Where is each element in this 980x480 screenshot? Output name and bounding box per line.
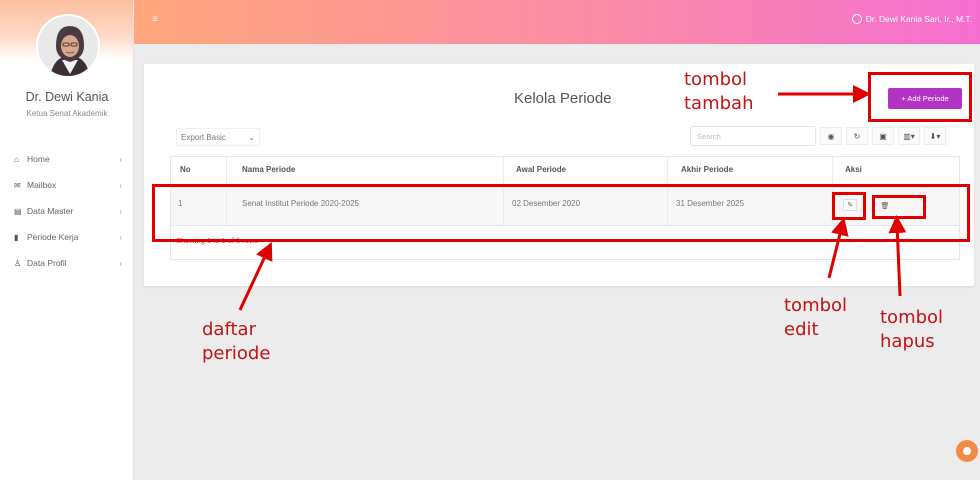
column-header-no[interactable]: No	[180, 165, 191, 174]
user-menu[interactable]: Dr. Dewi Kania Sari, Ir., M.T.	[851, 14, 972, 24]
sidebar-item-mailbox[interactable]: ✉ Mailbox ‹	[0, 172, 134, 198]
user-name: Dr. Dewi Kania	[25, 90, 109, 104]
floating-action-button[interactable]	[956, 440, 978, 462]
sidebar-item-label: Data Master	[27, 206, 74, 216]
annotation-text-daftar: daftar periode	[202, 319, 271, 364]
annotation-box-hapus	[872, 195, 926, 219]
chevron-left-icon: ‹	[119, 180, 122, 190]
table-toolbar: ◉ ↻ ▣ ▥▾ ⬇▾	[820, 127, 946, 145]
sidebar-item-label: Periode Kerja	[27, 232, 79, 242]
fullscreen-icon[interactable]: ▣	[872, 127, 894, 145]
sidebar-nav: ⌂ Home ‹ ✉ Mailbox ‹ ▤ Data Master ‹ ▮ P…	[0, 146, 134, 276]
topbar: ≡ Dr. Dewi Kania Sari, Ir., M.T.	[134, 0, 980, 44]
sidebar-item-home[interactable]: ⌂ Home ‹	[0, 146, 134, 172]
home-icon: ⌂	[14, 154, 19, 164]
annotation-text-edit: tombol edit	[784, 295, 848, 340]
column-header-awal[interactable]: Awal Periode	[516, 165, 566, 174]
hamburger-menu-icon[interactable]: ≡	[152, 14, 158, 25]
chevron-left-icon: ‹	[119, 232, 122, 242]
sidebar-item-periode-kerja[interactable]: ▮ Periode Kerja ‹	[0, 224, 134, 250]
chevron-left-icon: ‹	[119, 258, 122, 268]
user-icon: ♙	[14, 258, 22, 268]
chevron-left-icon: ‹	[119, 154, 122, 164]
sidebar-item-label: Mailbox	[27, 180, 57, 190]
column-header-aksi: Aksi	[845, 165, 862, 174]
sidebar-item-data-master[interactable]: ▤ Data Master ‹	[0, 198, 134, 224]
annotation-box-tambah	[868, 72, 972, 122]
column-header-akhir[interactable]: Akhir Periode	[681, 165, 733, 174]
mail-icon: ✉	[14, 180, 21, 190]
sidebar-item-data-profil[interactable]: ♙ Data Profil ‹	[0, 250, 134, 276]
refresh-icon[interactable]: ↻	[846, 127, 868, 145]
columns-icon[interactable]: ▥▾	[898, 127, 920, 145]
chat-icon	[963, 447, 971, 455]
user-menu-label: Dr. Dewi Kania Sari, Ir., M.T.	[865, 14, 972, 24]
user-circle-icon	[851, 14, 862, 24]
annotation-text-tambah: tombol tambah	[684, 69, 754, 114]
export-select[interactable]: Export Basic ⌄	[176, 128, 260, 146]
export-icon[interactable]: ⬇▾	[924, 127, 946, 145]
sidebar-item-label: Home	[27, 154, 50, 164]
page-title: Kelola Periode	[514, 90, 612, 107]
chevron-down-icon: ⌄	[248, 132, 255, 142]
sidebar: Dr. Dewi Kania Ketua Senat Akademik ⌂ Ho…	[0, 0, 134, 480]
column-header-nama[interactable]: Nama Periode	[242, 165, 295, 174]
search-input[interactable]: Search	[690, 126, 816, 146]
chevron-left-icon: ‹	[119, 206, 122, 216]
toggle-icon[interactable]: ◉	[820, 127, 842, 145]
sidebar-item-label: Data Profil	[27, 258, 67, 268]
avatar	[36, 14, 100, 78]
database-icon: ▤	[14, 206, 22, 216]
user-role: Ketua Senat Akademik	[26, 109, 108, 118]
export-label: Export Basic	[181, 132, 226, 142]
annotation-box-edit	[832, 192, 866, 220]
annotation-text-hapus: tombol hapus	[880, 307, 944, 352]
bar-chart-icon: ▮	[14, 232, 19, 242]
